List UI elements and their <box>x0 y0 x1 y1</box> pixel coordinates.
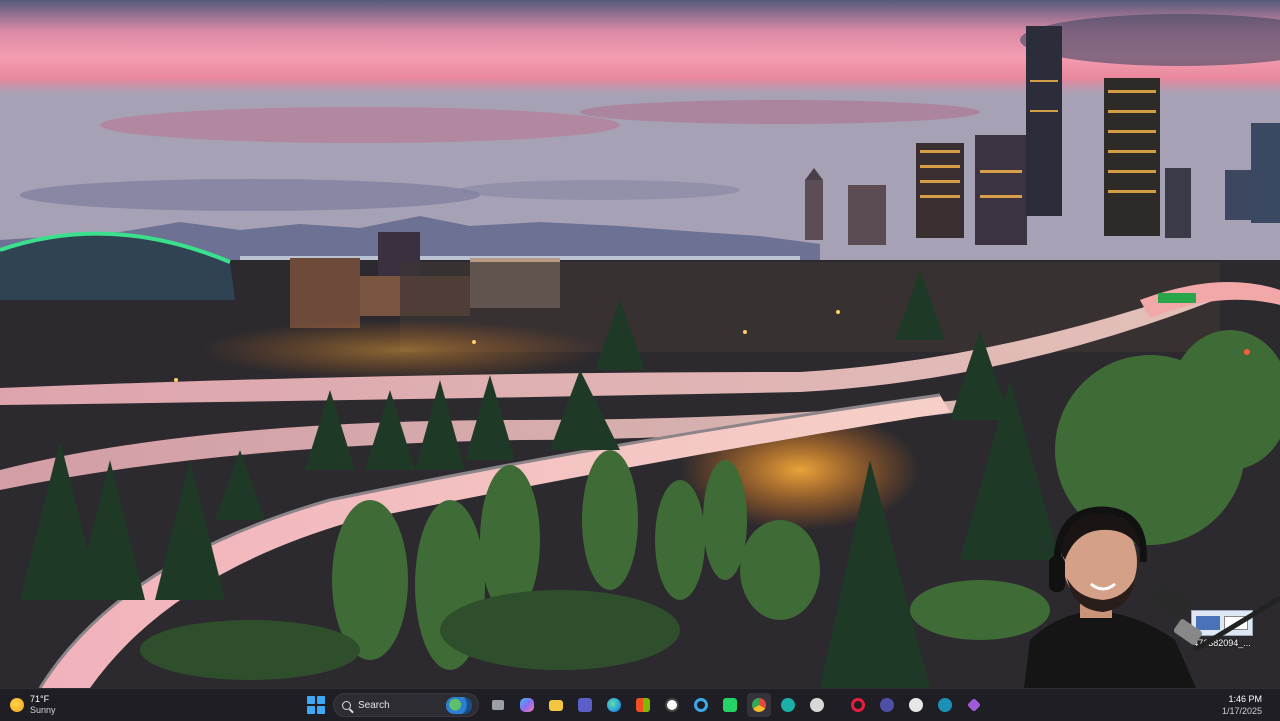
wordpress-icon <box>909 698 923 712</box>
taskbar-search-box[interactable]: Search <box>333 693 479 717</box>
taskbar-app-edge-beta[interactable] <box>933 693 957 717</box>
taskbar: 71°F Sunny Search 1:46 PM 1/17/2025 <box>0 688 1280 721</box>
file-explorer-icon <box>549 699 563 711</box>
task-view-icon <box>492 700 504 710</box>
search-highlight-globe-icon <box>446 697 472 714</box>
taskbar-app-chrome[interactable] <box>747 693 771 717</box>
taskbar-app-opera[interactable] <box>846 693 870 717</box>
taskbar-app-obs[interactable] <box>805 693 829 717</box>
whatsapp-icon <box>723 698 737 712</box>
media-icon <box>967 698 981 712</box>
dell-icon <box>665 698 679 712</box>
taskbar-app-store[interactable] <box>631 693 655 717</box>
sun-icon <box>10 698 24 712</box>
edge-icon <box>607 698 621 712</box>
chrome-icon <box>752 698 766 712</box>
cortana-icon <box>694 698 708 712</box>
search-placeholder: Search <box>358 699 390 711</box>
weather-condition: Sunny <box>30 705 56 715</box>
webcam-overlay <box>1015 500 1280 720</box>
teams-icon <box>578 698 592 712</box>
taskbar-app-task-view[interactable] <box>486 693 510 717</box>
taskbar-app-dell[interactable] <box>660 693 684 717</box>
taskbar-app-cortana[interactable] <box>689 693 713 717</box>
opera-icon <box>851 698 865 712</box>
store-icon <box>636 698 650 712</box>
taskbar-app-whatsapp[interactable] <box>718 693 742 717</box>
taskbar-app-edge-dev[interactable] <box>776 693 800 717</box>
taskbar-app-teams[interactable] <box>573 693 597 717</box>
pinned-apps <box>486 693 986 717</box>
taskbar-app-file-explorer[interactable] <box>544 693 568 717</box>
edge-dev-icon <box>781 698 795 712</box>
system-clock[interactable]: 1:46 PM 1/17/2025 <box>1222 693 1262 717</box>
clock-date: 1/17/2025 <box>1221 706 1262 716</box>
app-icon <box>880 698 894 712</box>
taskbar-app-edge[interactable] <box>602 693 626 717</box>
weather-widget[interactable]: 71°F Sunny <box>10 692 56 718</box>
taskbar-app-copilot[interactable] <box>515 693 539 717</box>
taskbar-app-media[interactable] <box>962 693 986 717</box>
clock-time: 1:46 PM <box>1228 694 1262 704</box>
streamer-webcam-image <box>1020 506 1280 720</box>
taskbar-app-generic[interactable] <box>875 693 899 717</box>
windows-logo-icon <box>307 696 315 704</box>
search-icon <box>342 700 351 710</box>
edge-beta-icon <box>938 698 952 712</box>
start-button[interactable] <box>307 696 325 714</box>
obs-icon <box>810 698 824 712</box>
weather-temperature: 71°F <box>30 694 50 704</box>
taskbar-app-wordpress[interactable] <box>904 693 928 717</box>
copilot-icon <box>520 698 534 712</box>
